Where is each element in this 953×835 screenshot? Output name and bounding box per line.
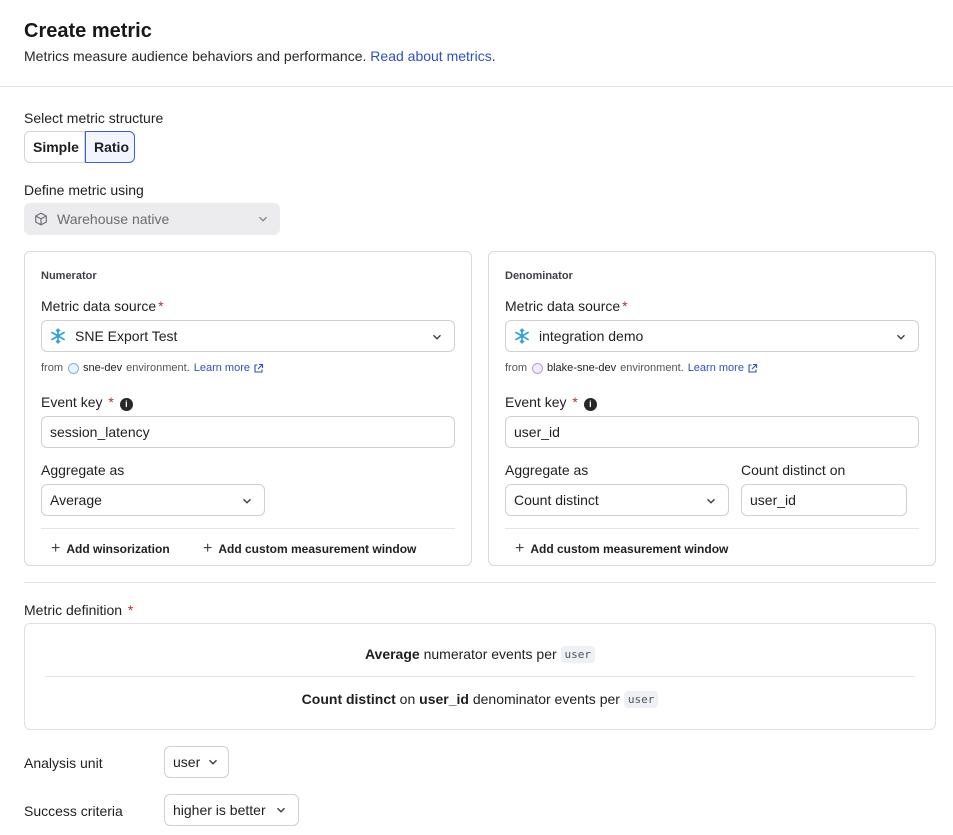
denominator-title: Denominator — [505, 270, 573, 282]
external-link-icon — [254, 363, 264, 373]
numerator-event-key-input[interactable]: session_latency — [41, 416, 455, 448]
env-dot-icon — [68, 362, 79, 374]
chevron-down-icon — [433, 334, 441, 340]
denominator-event-key-label: Event key * i — [505, 394, 597, 411]
plus-icon: + — [203, 540, 213, 557]
info-icon[interactable]: i — [583, 398, 597, 411]
required-marker: * — [622, 298, 628, 314]
add-winsorization-button[interactable]: + Add winsorization — [51, 540, 170, 558]
section-divider — [24, 582, 936, 583]
denominator-panel: Denominator Metric data source * integrat… — [488, 251, 936, 566]
simple-option[interactable]: Simple — [24, 131, 85, 163]
denominator-env-note: from blake-sne-dev environment. Learn mo… — [505, 362, 758, 374]
unit-chip: user — [560, 646, 596, 663]
analysis-unit-label: Analysis unit — [24, 755, 103, 771]
denominator-learn-more-link[interactable]: Learn more — [688, 362, 758, 374]
page-subtitle: Metrics measure audience behaviors and p… — [24, 48, 496, 64]
metric-definition-label: Metric definition * — [24, 602, 134, 618]
page-header: Create metric Metrics measure audience b… — [0, 0, 953, 87]
define-label: Define metric using — [24, 182, 144, 198]
chevron-down-icon — [707, 498, 715, 504]
definition-line-numerator: Average numerator events per user — [25, 646, 935, 663]
define-select[interactable]: Warehouse native — [24, 203, 280, 235]
read-about-metrics-link[interactable]: Read about metrics — [370, 48, 491, 64]
external-link-icon — [748, 363, 758, 373]
numerator-source-select[interactable]: SNE Export Test — [41, 320, 455, 352]
divider — [45, 676, 915, 677]
success-criteria-label: Success criteria — [24, 803, 123, 819]
numerator-event-key-label: Event key * i — [41, 394, 133, 411]
numerator-env-note: from sne-dev environment. Learn more — [41, 362, 264, 374]
chevron-down-icon — [209, 759, 218, 765]
count-distinct-input[interactable]: user_id — [741, 484, 907, 516]
ratio-option[interactable]: Ratio — [85, 131, 135, 163]
numerator-panel: Numerator Metric data source * SNE Export… — [24, 251, 472, 566]
add-custom-window-button[interactable]: + Add custom measurement window — [203, 540, 416, 558]
denominator-event-key-input[interactable]: user_id — [505, 416, 919, 448]
denominator-aggregate-label: Aggregate as — [505, 462, 589, 478]
numerator-source-label: Metric data source * — [41, 298, 164, 314]
structure-toggle: Simple Ratio — [24, 131, 135, 163]
numerator-aggregate-label: Aggregate as — [41, 462, 125, 478]
denominator-source-select[interactable]: integration demo — [505, 320, 919, 352]
denominator-aggregate-select[interactable]: Count distinct — [505, 484, 729, 516]
numerator-title: Numerator — [41, 270, 97, 282]
count-distinct-label: Count distinct on — [741, 462, 846, 478]
plus-icon: + — [51, 540, 61, 557]
chevron-down-icon — [259, 216, 267, 222]
metric-definition-box: Average numerator events per user Count … — [24, 623, 936, 730]
divider — [41, 528, 455, 529]
analysis-unit-select[interactable]: user — [164, 746, 230, 778]
required-marker: * — [158, 298, 164, 314]
info-icon[interactable]: i — [119, 398, 133, 411]
structure-label: Select metric structure — [24, 110, 164, 126]
chevron-down-icon — [276, 807, 285, 813]
divider — [505, 528, 919, 529]
env-dot-icon — [532, 362, 543, 374]
add-custom-window-button[interactable]: + Add custom measurement window — [515, 540, 728, 558]
success-criteria-select[interactable]: higher is better — [164, 794, 299, 826]
plus-icon: + — [515, 540, 525, 557]
snowflake-icon — [51, 328, 65, 344]
cube-icon — [35, 212, 47, 226]
numerator-aggregate-select[interactable]: Average — [41, 484, 265, 516]
snowflake-icon — [515, 328, 529, 344]
chevron-down-icon — [897, 334, 905, 340]
page-title: Create metric — [24, 20, 152, 42]
denominator-source-label: Metric data source * — [505, 298, 628, 314]
chevron-down-icon — [243, 498, 251, 504]
definition-line-denominator: Count distinct on user_id denominator ev… — [25, 691, 935, 708]
unit-chip: user — [623, 691, 659, 708]
numerator-learn-more-link[interactable]: Learn more — [194, 362, 264, 374]
